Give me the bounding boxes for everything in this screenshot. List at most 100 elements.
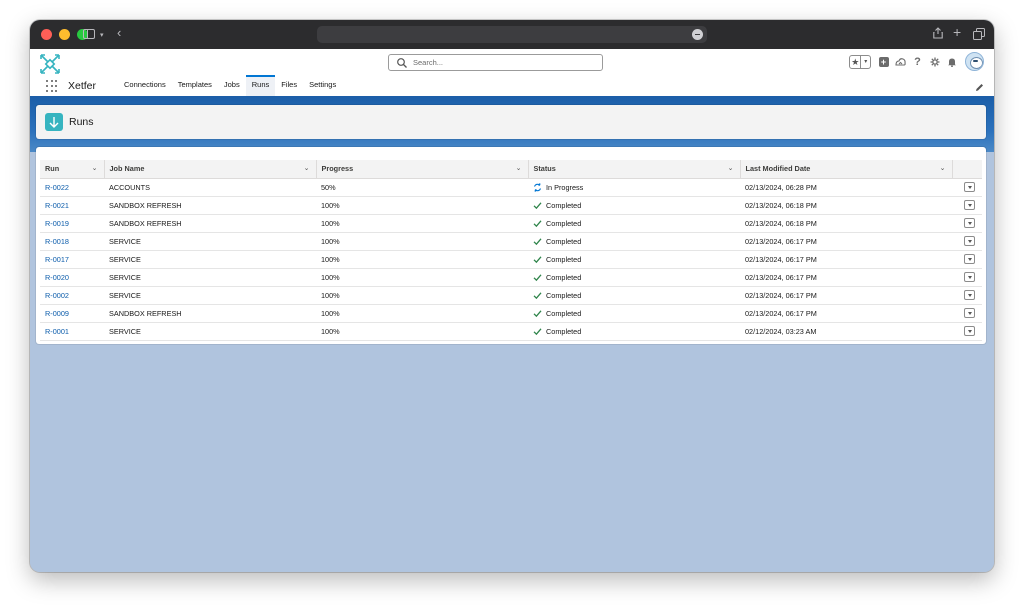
- job-name-cell: ACCOUNTS: [104, 178, 316, 197]
- new-tab-icon[interactable]: +: [953, 25, 961, 39]
- check-icon: [533, 237, 542, 246]
- favorites-button[interactable]: ★ ▾: [849, 54, 871, 69]
- row-action-menu-button[interactable]: [964, 236, 975, 246]
- back-icon[interactable]: ‹: [117, 26, 121, 40]
- star-icon[interactable]: ★: [850, 55, 862, 68]
- close-window-button[interactable]: [41, 29, 52, 40]
- chevron-down-icon[interactable]: ⌄: [516, 164, 522, 172]
- run-link[interactable]: R-0009: [40, 304, 104, 323]
- status-text: Completed: [546, 326, 582, 336]
- search-input[interactable]: [413, 58, 583, 67]
- app-launcher-icon[interactable]: [46, 80, 58, 92]
- table-row: R-0020 SERVICE 100% Completed 02/13/2024…: [40, 268, 982, 287]
- chevron-down-icon[interactable]: ⌄: [940, 164, 946, 172]
- status-text: Completed: [546, 200, 582, 210]
- column-header-status[interactable]: Status ⌄: [528, 160, 741, 179]
- check-icon: [533, 327, 542, 336]
- progress-cell: 100%: [316, 268, 528, 287]
- last-modified-date-cell: 02/12/2024, 03:23 AM: [740, 322, 952, 341]
- chevron-down-icon[interactable]: ▾: [100, 29, 104, 43]
- tab-jobs[interactable]: Jobs: [218, 75, 246, 96]
- status-text: Completed: [546, 236, 582, 246]
- run-link[interactable]: R-0020: [40, 268, 104, 287]
- status-text: Completed: [546, 254, 582, 264]
- row-actions-cell: [952, 196, 982, 215]
- gear-icon[interactable]: [929, 56, 940, 67]
- tab-settings[interactable]: Settings: [303, 75, 342, 96]
- column-header-progress[interactable]: Progress ⌄: [316, 160, 529, 179]
- browser-toolbar: ▾ ‹ +: [30, 20, 994, 49]
- progress-cell: 100%: [316, 322, 528, 341]
- tab-templates[interactable]: Templates: [172, 75, 218, 96]
- tab-connections[interactable]: Connections: [118, 75, 172, 96]
- table-row: R-0009 SANDBOX REFRESH 100% Completed 02…: [40, 304, 982, 323]
- tab-files[interactable]: Files: [275, 75, 303, 96]
- bell-icon[interactable]: [946, 56, 957, 67]
- table-header-row: Run ⌄ Job Name ⌄ Progress ⌄ Status ⌄ Las…: [40, 160, 982, 179]
- column-header-run[interactable]: Run ⌄: [40, 160, 105, 179]
- run-link[interactable]: R-0021: [40, 196, 104, 215]
- job-name-cell: SERVICE: [104, 322, 316, 341]
- tab-runs[interactable]: Runs: [245, 75, 276, 96]
- last-modified-date-cell: 02/13/2024, 06:17 PM: [740, 250, 952, 269]
- row-actions-cell: [952, 178, 982, 197]
- progress-cell: 100%: [316, 232, 528, 251]
- pencil-icon[interactable]: [975, 83, 984, 92]
- reader-icon[interactable]: [692, 29, 703, 40]
- check-icon: [533, 309, 542, 318]
- run-link[interactable]: R-0019: [40, 214, 104, 233]
- help-icon[interactable]: ?: [912, 56, 923, 68]
- last-modified-date-cell: 02/13/2024, 06:17 PM: [740, 232, 952, 251]
- progress-cell: 100%: [316, 196, 528, 215]
- job-name-cell: SERVICE: [104, 250, 316, 269]
- row-actions-cell: [952, 232, 982, 251]
- run-link[interactable]: R-0001: [40, 322, 104, 341]
- address-bar[interactable]: [317, 26, 707, 43]
- avatar[interactable]: [965, 52, 984, 71]
- status-cell: Completed: [528, 304, 740, 323]
- chevron-down-icon[interactable]: ⌄: [92, 164, 98, 172]
- global-actions-button[interactable]: +: [878, 56, 889, 67]
- row-actions-cell: [952, 304, 982, 323]
- run-link[interactable]: R-0017: [40, 250, 104, 269]
- row-action-menu-button[interactable]: [964, 218, 975, 228]
- row-action-menu-button[interactable]: [964, 182, 975, 192]
- row-action-menu-button[interactable]: [964, 308, 975, 318]
- trailhead-icon[interactable]: [895, 56, 906, 67]
- last-modified-date-cell: 02/13/2024, 06:18 PM: [740, 214, 952, 233]
- last-modified-date-cell: 02/13/2024, 06:17 PM: [740, 286, 952, 305]
- chevron-down-icon[interactable]: ⌄: [728, 164, 734, 172]
- job-name-cell: SANDBOX REFRESH: [104, 214, 316, 233]
- table-row: R-0001 SERVICE 100% Completed 02/12/2024…: [40, 322, 982, 341]
- job-name-cell: SERVICE: [104, 268, 316, 287]
- app-name: Xetfer: [68, 80, 97, 92]
- sync-icon: [533, 182, 542, 192]
- run-link[interactable]: R-0022: [40, 178, 104, 197]
- row-action-menu-button[interactable]: [964, 272, 975, 282]
- check-icon: [533, 219, 542, 228]
- tab-overview-icon[interactable]: [973, 28, 985, 40]
- run-link[interactable]: R-0002: [40, 286, 104, 305]
- global-search[interactable]: [388, 54, 603, 71]
- status-text: Completed: [546, 218, 582, 228]
- status-text: Completed: [546, 272, 582, 282]
- runs-table: Run ⌄ Job Name ⌄ Progress ⌄ Status ⌄ Las…: [40, 160, 982, 341]
- row-actions-cell: [952, 268, 982, 287]
- table-row: R-0022 ACCOUNTS 50% In Progress 02/13/20…: [40, 178, 982, 197]
- row-action-menu-button[interactable]: [964, 254, 975, 264]
- row-action-menu-button[interactable]: [964, 290, 975, 300]
- run-link[interactable]: R-0018: [40, 232, 104, 251]
- row-action-menu-button[interactable]: [964, 326, 975, 336]
- page-header: Runs: [36, 105, 986, 139]
- x-logo-icon[interactable]: [39, 53, 61, 75]
- column-header-last-modified-date[interactable]: Last Modified Date ⌄: [740, 160, 953, 179]
- column-header-job-name[interactable]: Job Name ⌄: [104, 160, 317, 179]
- share-icon[interactable]: [933, 27, 943, 42]
- sidebar-toggle-icon[interactable]: [83, 29, 95, 39]
- chevron-down-icon[interactable]: ▾: [861, 56, 870, 68]
- chevron-down-icon[interactable]: ⌄: [304, 164, 310, 172]
- row-action-menu-button[interactable]: [964, 200, 975, 210]
- minimize-window-button[interactable]: [59, 29, 70, 40]
- browser-window: ▾ ‹ + ★ ▾: [30, 20, 994, 572]
- window-controls: [41, 29, 88, 40]
